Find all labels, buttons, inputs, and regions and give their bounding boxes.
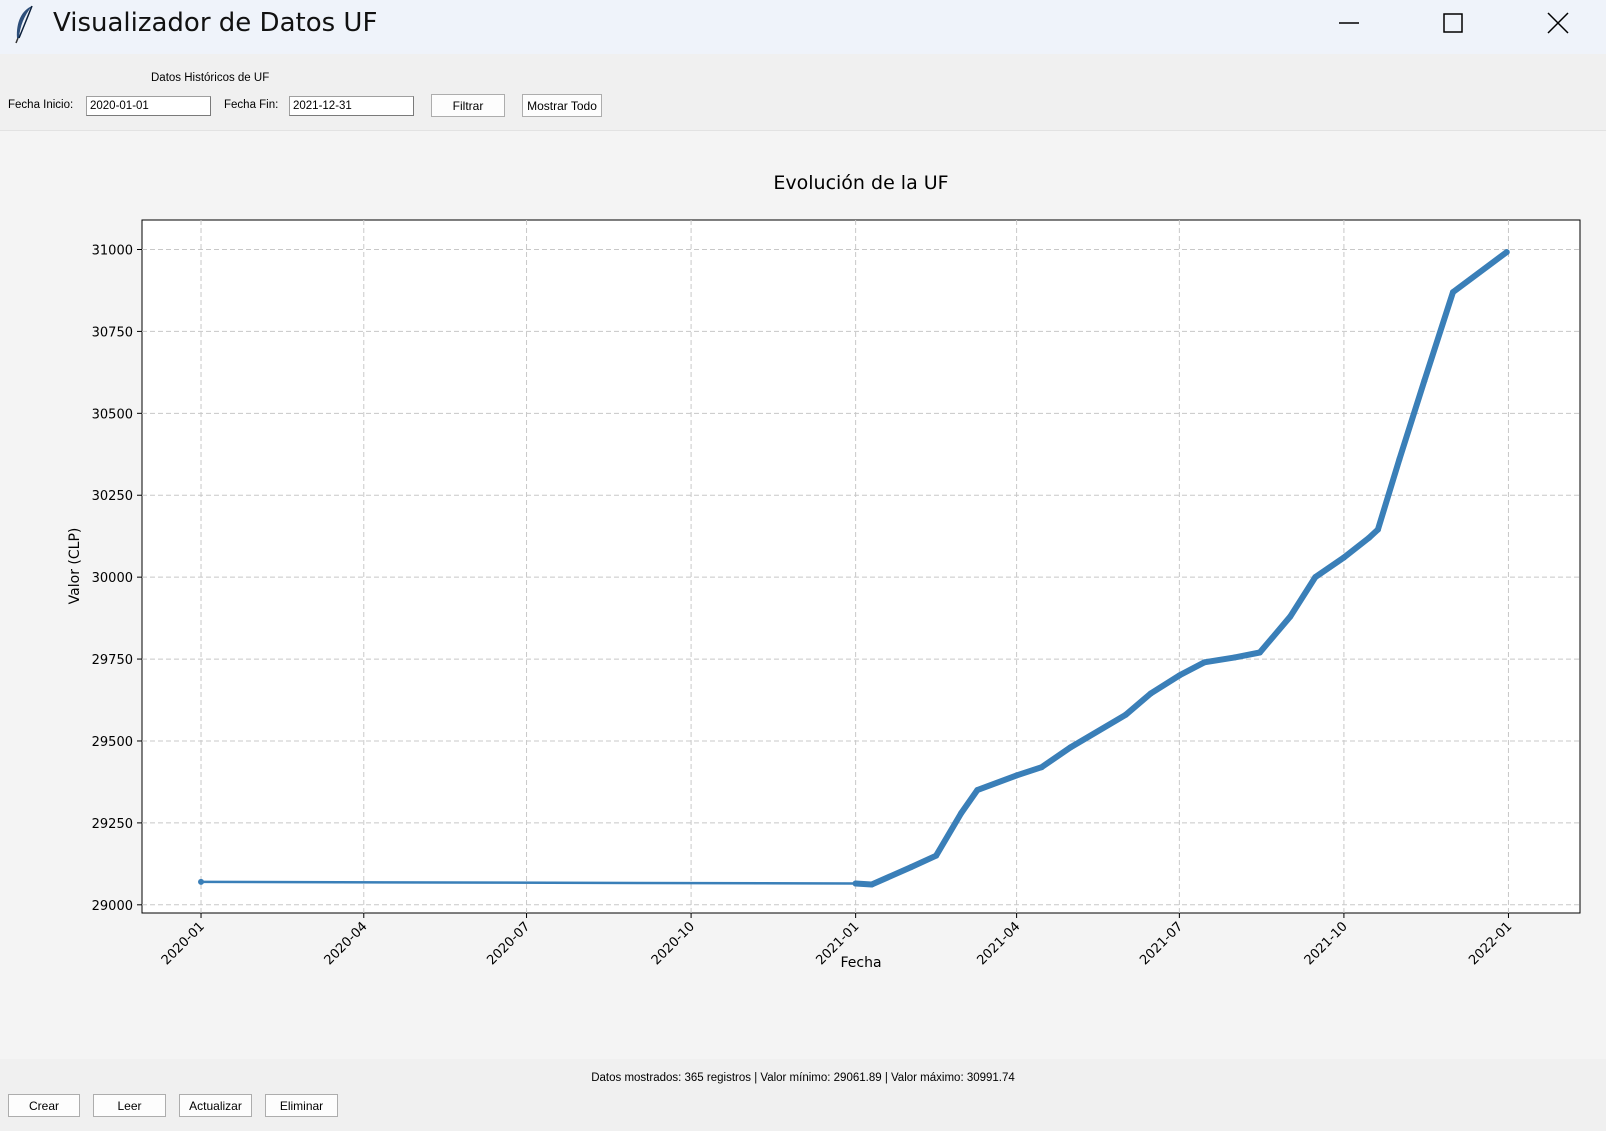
x-tick-label: 2022-01	[1466, 919, 1515, 968]
section-label: Datos Históricos de UF	[151, 72, 270, 84]
y-tick-label: 30500	[92, 407, 133, 422]
x-axis-ticks: 2020-01 2020-04 2020-07 2020-10 2021-01 2021-…	[159, 913, 1515, 968]
x-tick-label: 2020-10	[649, 919, 698, 968]
data-point	[1450, 289, 1457, 296]
x-tick-label: 2020-04	[322, 919, 371, 968]
data-point	[1176, 672, 1183, 679]
y-tick-label: 29250	[92, 817, 133, 832]
x-tick-label: 2021-10	[1302, 919, 1351, 968]
y-tick-label: 29000	[92, 899, 133, 914]
data-point	[933, 852, 940, 859]
data-point	[852, 880, 859, 887]
maximize-button[interactable]	[1401, 0, 1505, 46]
data-point	[1365, 534, 1372, 541]
data-point	[1396, 456, 1403, 463]
data-point	[1147, 690, 1154, 697]
data-point	[1038, 764, 1045, 771]
data-point	[1122, 711, 1129, 718]
start-date-input[interactable]: 2020-01-01	[86, 96, 211, 116]
feather-icon	[15, 5, 33, 44]
data-point	[1201, 659, 1208, 666]
show-all-button[interactable]: Mostrar Todo	[522, 94, 602, 117]
create-button[interactable]: Crear	[8, 1094, 80, 1117]
x-tick-label: 2020-01	[159, 919, 208, 968]
close-button[interactable]	[1506, 0, 1606, 46]
data-point	[1287, 613, 1294, 620]
y-tick-label: 30000	[92, 571, 133, 586]
y-axis-label: Valor (CLP)	[67, 528, 83, 605]
data-point	[1340, 554, 1347, 561]
status-text: Datos mostrados: 365 registros | Valor m…	[591, 1072, 1015, 1084]
chart-panel: 29000 29250 29500 29750 30000 30250 30500 30750…	[0, 130, 1606, 1060]
update-button[interactable]: Actualizar	[179, 1094, 252, 1117]
y-axis-ticks: 29000 29250 29500 29750 30000 30250 30500 30750…	[92, 243, 142, 914]
end-date-label: Fecha Fin:	[224, 99, 279, 111]
data-point	[958, 810, 965, 817]
data-point	[974, 787, 981, 794]
chart-title: Evolución de la UF	[773, 172, 948, 194]
data-point	[1503, 249, 1510, 256]
y-tick-label: 31000	[92, 243, 133, 258]
start-date-label: Fecha Inicio:	[8, 99, 74, 111]
maximize-icon	[1443, 13, 1463, 33]
series-line-gap	[201, 880, 856, 885]
end-date-input[interactable]: 2021-12-31	[289, 96, 414, 116]
minimize-button[interactable]	[1297, 0, 1401, 46]
data-point	[198, 878, 205, 885]
y-tick-label: 30750	[92, 325, 133, 340]
x-tick-label: 2021-07	[1137, 919, 1186, 968]
close-icon	[1547, 12, 1569, 34]
y-tick-label: 30250	[92, 489, 133, 504]
delete-button[interactable]: Eliminar	[265, 1094, 338, 1117]
filter-toolbar: Datos Históricos de UF Fecha Inicio: 202…	[0, 54, 1606, 130]
data-point	[1256, 649, 1263, 656]
data-point	[1231, 654, 1238, 661]
minimize-icon	[1339, 22, 1359, 24]
data-point	[1374, 526, 1381, 533]
bottom-bar: Datos mostrados: 365 registros | Valor m…	[0, 1059, 1606, 1131]
data-point	[1067, 744, 1074, 751]
filter-button[interactable]: Filtrar	[431, 94, 505, 117]
data-point	[1013, 772, 1020, 779]
data-point	[868, 881, 875, 888]
data-point	[1421, 377, 1428, 384]
read-button[interactable]: Leer	[93, 1094, 166, 1117]
y-tick-label: 29750	[92, 653, 133, 668]
x-tick-label: 2021-04	[974, 919, 1023, 968]
data-point	[1312, 574, 1319, 581]
window-title: Visualizador de Datos UF	[53, 8, 378, 38]
title-bar: Visualizador de Datos UF	[0, 0, 1606, 54]
x-tick-label: 2020-07	[484, 919, 533, 968]
plot-background	[141, 219, 1581, 914]
uf-line-chart: 29000 29250 29500 29750 30000 30250 30500 30750…	[67, 172, 1581, 971]
y-tick-label: 29500	[92, 735, 133, 750]
data-point	[908, 864, 915, 871]
x-axis-label: Fecha	[840, 955, 881, 971]
